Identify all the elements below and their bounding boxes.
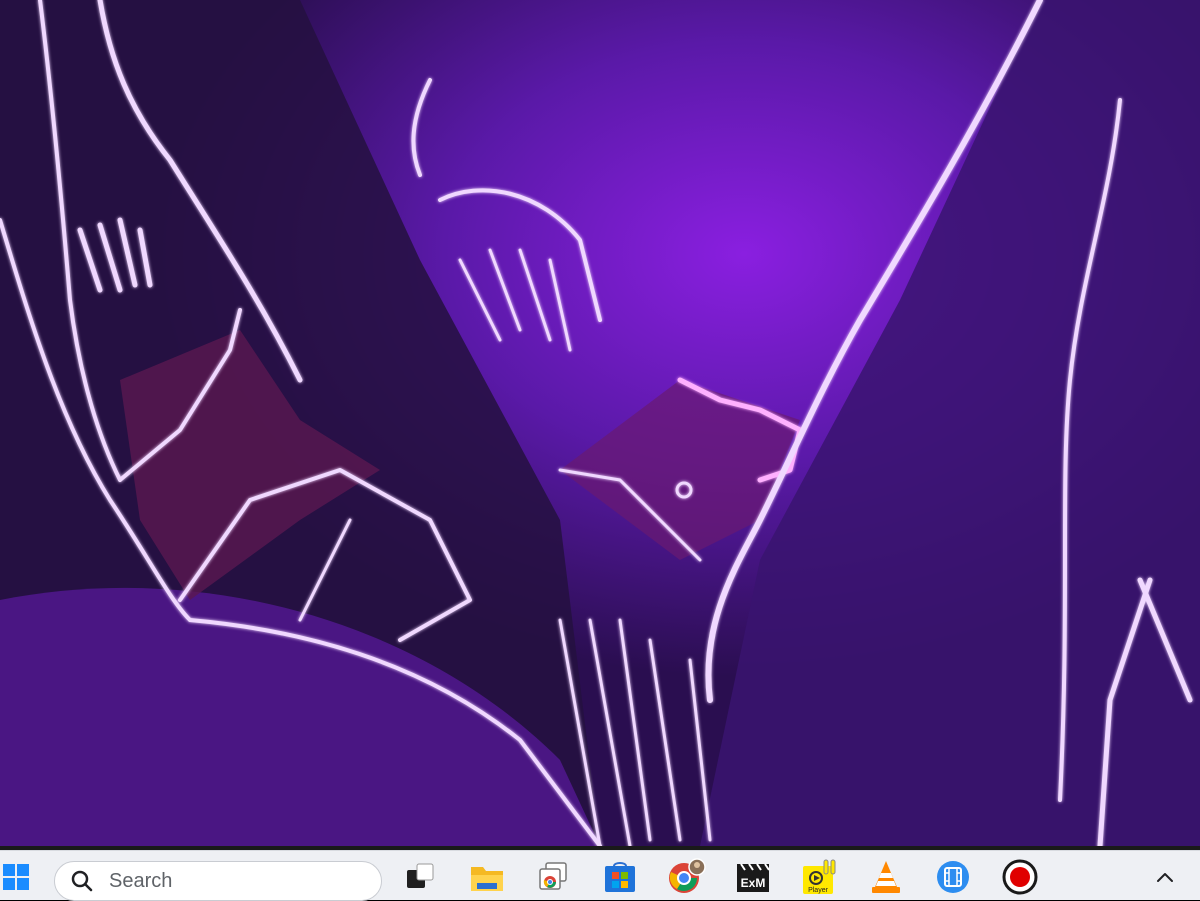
file-explorer-icon[interactable]	[467, 857, 507, 897]
exm-label: ExM	[741, 876, 766, 890]
video-image	[0, 0, 1200, 846]
chevron-up-icon[interactable]	[1145, 857, 1185, 897]
record-icon[interactable]	[1000, 857, 1040, 897]
video-frame[interactable]	[0, 0, 1200, 846]
search-placeholder: Search	[109, 869, 173, 892]
player-icon[interactable]: Player	[800, 857, 840, 897]
windows-start-icon[interactable]	[0, 857, 36, 897]
search-input[interactable]: Search	[54, 861, 382, 901]
chrome-profile-icon[interactable]	[666, 857, 706, 897]
vlc-icon[interactable]	[866, 857, 906, 897]
taskbar: Search ExM Player	[0, 850, 1200, 901]
search-icon	[69, 868, 95, 894]
task-view-icon[interactable]	[400, 857, 440, 897]
player-label: Player	[808, 887, 829, 894]
exm-icon[interactable]: ExM	[733, 857, 773, 897]
microsoft-store-icon[interactable]	[600, 857, 640, 897]
chrome-app-icon[interactable]	[533, 857, 573, 897]
media-player-icon[interactable]	[933, 857, 973, 897]
